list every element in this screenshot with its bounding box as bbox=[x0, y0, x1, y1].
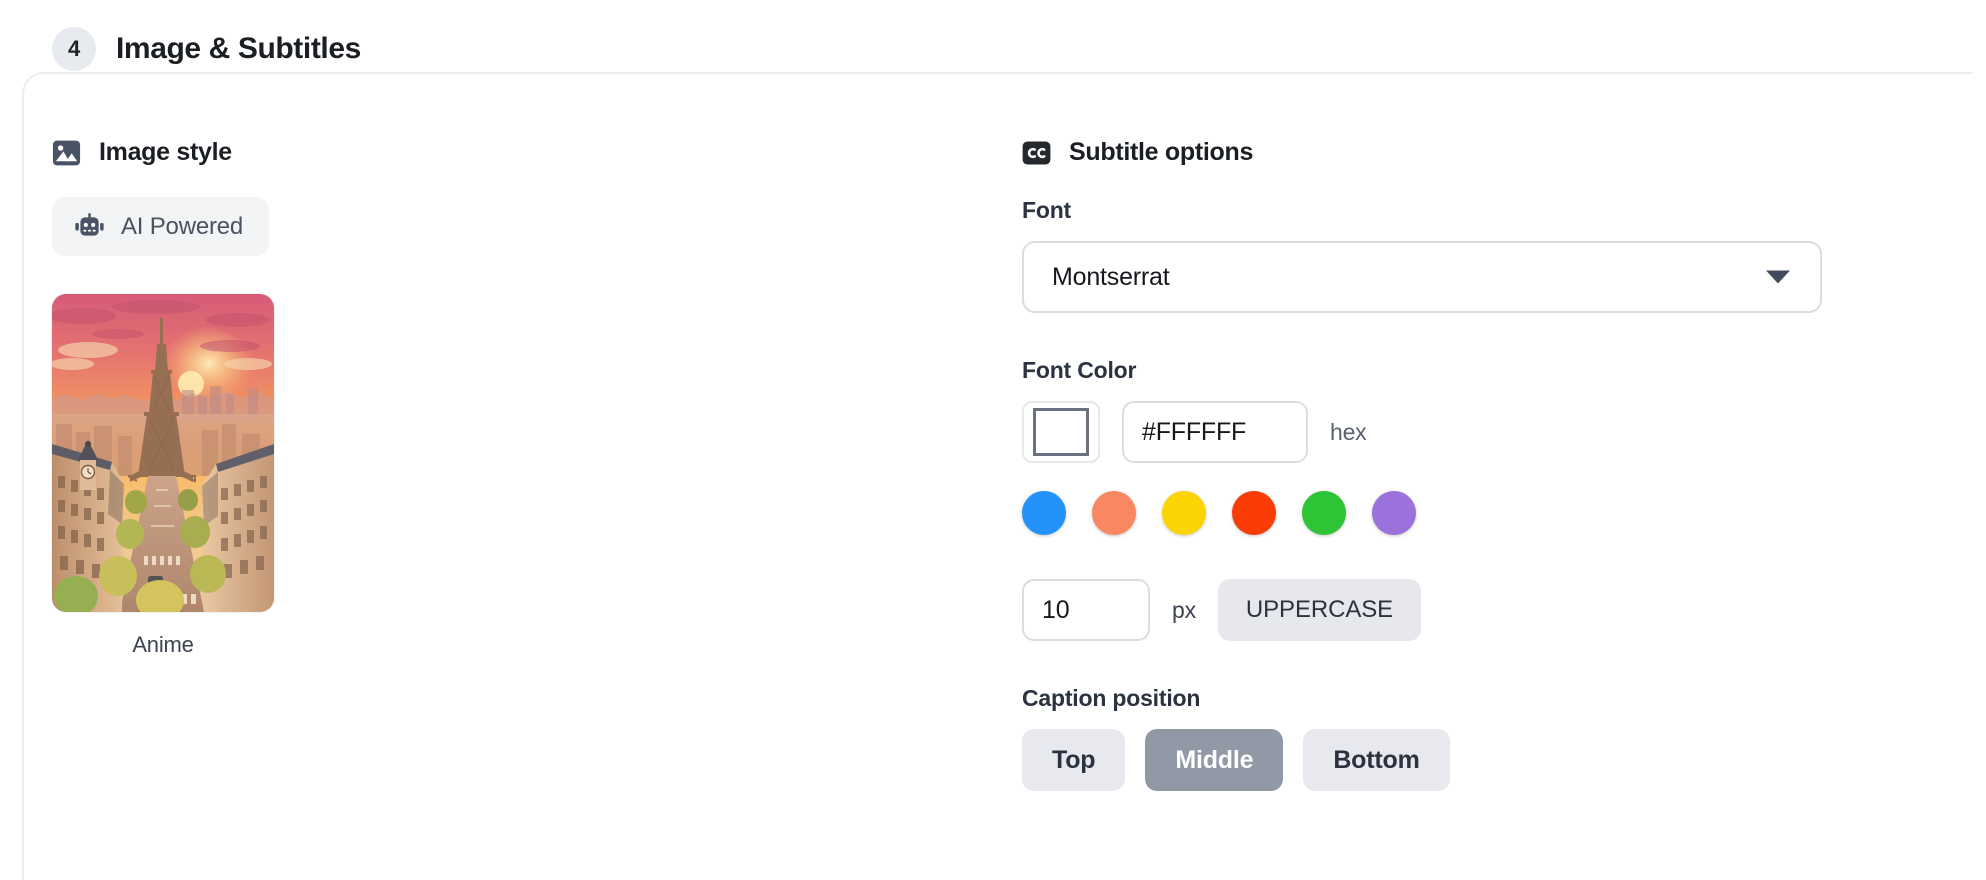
color-preset-purple[interactable] bbox=[1372, 491, 1416, 535]
color-preset-row bbox=[1022, 491, 1902, 535]
current-color-preview bbox=[1033, 408, 1089, 456]
subtitle-options-label: Subtitle options bbox=[1069, 138, 1254, 166]
closed-caption-icon bbox=[1022, 141, 1051, 164]
caption-position-row: Top Middle Bottom bbox=[1022, 729, 1902, 791]
hex-unit-label: hex bbox=[1330, 418, 1367, 445]
ai-powered-chip[interactable]: AI Powered bbox=[52, 197, 270, 256]
color-preset-blue[interactable] bbox=[1022, 491, 1066, 535]
page-title: Image & Subtitles bbox=[116, 32, 361, 65]
subtitle-options-column: Subtitle options Font Montserrat Font Co… bbox=[1022, 138, 1902, 791]
font-select-value: Montserrat bbox=[1052, 262, 1170, 291]
step-number-badge: 4 bbox=[52, 27, 96, 71]
hex-color-input[interactable] bbox=[1122, 401, 1308, 463]
anime-thumbnail-caption: Anime bbox=[132, 632, 194, 657]
paris-sunset-illustration bbox=[52, 294, 274, 612]
anime-thumbnail[interactable] bbox=[52, 294, 274, 612]
color-preset-red[interactable] bbox=[1232, 491, 1276, 535]
font-select[interactable]: Montserrat bbox=[1022, 241, 1822, 313]
font-color-row: hex bbox=[1022, 401, 1902, 463]
font-size-input[interactable] bbox=[1022, 579, 1150, 641]
caption-position-top[interactable]: Top bbox=[1022, 729, 1126, 791]
uppercase-toggle-button[interactable]: UPPERCASE bbox=[1217, 579, 1422, 641]
caption-position-middle[interactable]: Middle bbox=[1145, 729, 1284, 791]
section-header: 4 Image & Subtitles bbox=[52, 24, 361, 74]
caption-position-bottom[interactable]: Bottom bbox=[1303, 729, 1450, 791]
image-style-option: Anime bbox=[52, 294, 274, 658]
chevron-down-icon bbox=[1766, 270, 1790, 284]
image-style-column: Image style AI Powered Anime bbox=[52, 138, 932, 658]
color-preset-yellow[interactable] bbox=[1162, 491, 1206, 535]
image-style-heading: Image style bbox=[52, 138, 932, 167]
robot-icon bbox=[75, 212, 104, 236]
image-subtitles-panel: 4 Image & Subtitles Image style AI Power… bbox=[0, 0, 1986, 880]
font-size-row: px UPPERCASE bbox=[1022, 579, 1902, 641]
ai-powered-label: AI Powered bbox=[121, 212, 244, 240]
font-label: Font bbox=[1022, 197, 1072, 223]
image-icon bbox=[52, 140, 81, 165]
font-color-field: Font Color hex bbox=[1022, 357, 1902, 535]
color-picker-swatch[interactable] bbox=[1022, 401, 1100, 463]
font-field: Font Montserrat bbox=[1022, 197, 1902, 313]
color-preset-coral[interactable] bbox=[1092, 491, 1136, 535]
font-size-unit-label: px bbox=[1172, 596, 1196, 623]
subtitle-options-heading: Subtitle options bbox=[1022, 138, 1902, 167]
image-style-label: Image style bbox=[99, 138, 232, 166]
font-color-label: Font Color bbox=[1022, 357, 1137, 383]
caption-position-field: Caption position Top Middle Bottom bbox=[1022, 685, 1902, 791]
color-preset-green[interactable] bbox=[1302, 491, 1346, 535]
caption-position-label: Caption position bbox=[1022, 685, 1201, 711]
